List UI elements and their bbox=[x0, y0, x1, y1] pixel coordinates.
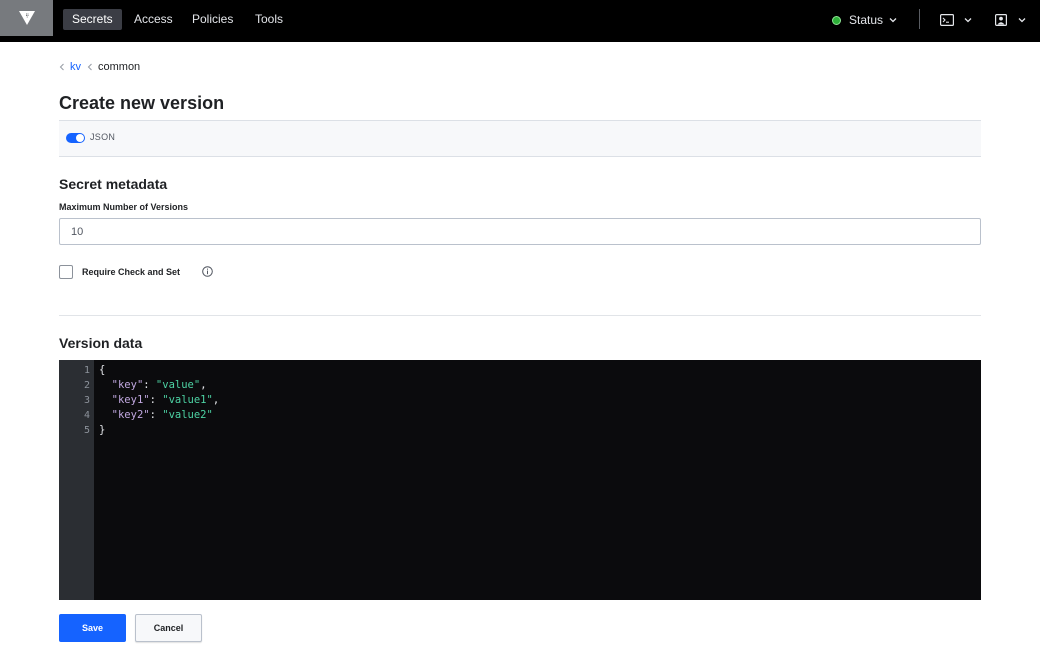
json-value: "value1" bbox=[162, 394, 213, 406]
require-cas-label: Require Check and Set bbox=[82, 267, 181, 277]
code-line: "key1": "value1", bbox=[111, 394, 220, 406]
json-key: "key1" bbox=[111, 394, 150, 406]
nav-policies[interactable]: Policies bbox=[183, 9, 242, 30]
user-menu-button[interactable] bbox=[995, 10, 1026, 30]
top-navigation: Secrets Access Policies Tools Status bbox=[0, 0, 1040, 42]
nav-divider bbox=[919, 9, 920, 29]
page-title: Create new version bbox=[59, 93, 225, 113]
code-line: { bbox=[99, 363, 105, 378]
json-key: "key" bbox=[111, 379, 144, 391]
info-icon[interactable] bbox=[202, 266, 213, 277]
max-versions-input[interactable] bbox=[59, 218, 981, 245]
chevron-down-icon bbox=[889, 18, 897, 23]
json-value: "value2" bbox=[162, 409, 213, 421]
max-versions-label: Maximum Number of Versions bbox=[59, 202, 189, 212]
json-comma: , bbox=[200, 379, 207, 391]
line-number: 1 bbox=[83, 365, 90, 376]
chevron-left-icon bbox=[59, 63, 64, 71]
status-dot-icon bbox=[832, 15, 841, 25]
editor-gutter: 1 2 3 4 5 bbox=[59, 360, 94, 600]
cancel-button[interactable]: Cancel bbox=[135, 614, 202, 642]
user-icon bbox=[995, 14, 1007, 26]
json-toggle-bar: JSON bbox=[59, 120, 981, 157]
section-divider bbox=[59, 315, 981, 316]
nav-tools[interactable]: Tools bbox=[246, 9, 292, 30]
json-toggle[interactable] bbox=[66, 133, 85, 143]
chevron-down-icon bbox=[964, 18, 972, 23]
terminal-icon bbox=[940, 14, 954, 26]
breadcrumb: kv common bbox=[59, 61, 140, 73]
code-line: } bbox=[99, 423, 105, 438]
json-code-editor[interactable]: 1 2 3 4 5 { "key": "value", "key1": "val… bbox=[59, 360, 981, 600]
secret-metadata-heading: Secret metadata bbox=[59, 176, 168, 192]
json-comma: , bbox=[212, 394, 220, 406]
breadcrumb-kv-label: kv bbox=[70, 61, 81, 73]
status-label: Status bbox=[849, 13, 884, 27]
line-number: 3 bbox=[83, 395, 90, 406]
breadcrumb-common-label: common bbox=[98, 61, 141, 73]
line-number: 4 bbox=[83, 410, 90, 421]
nav-access[interactable]: Access bbox=[125, 9, 182, 30]
json-key: "key2" bbox=[111, 409, 150, 421]
json-value: "value" bbox=[155, 379, 201, 391]
version-data-heading: Version data bbox=[59, 335, 143, 351]
nav-secrets[interactable]: Secrets bbox=[63, 9, 122, 30]
line-number: 5 bbox=[83, 425, 90, 436]
console-menu-button[interactable] bbox=[940, 10, 972, 30]
json-toggle-label: JSON bbox=[90, 132, 116, 142]
code-line: "key2": "value2" bbox=[111, 409, 213, 421]
save-button[interactable]: Save bbox=[59, 614, 126, 642]
status-menu[interactable]: Status bbox=[832, 10, 897, 30]
breadcrumb-common: common bbox=[87, 61, 140, 73]
chevron-left-icon bbox=[87, 63, 92, 71]
line-number: 2 bbox=[83, 380, 90, 391]
chevron-down-icon bbox=[1018, 18, 1026, 23]
code-brace-close: } bbox=[99, 424, 106, 436]
breadcrumb-kv[interactable]: kv bbox=[59, 61, 81, 73]
vault-logo[interactable] bbox=[0, 0, 53, 36]
require-cas-checkbox[interactable] bbox=[59, 265, 73, 279]
code-line: "key": "value", bbox=[111, 379, 207, 391]
vault-logo-icon bbox=[18, 11, 35, 25]
code-brace-open: { bbox=[99, 364, 106, 376]
